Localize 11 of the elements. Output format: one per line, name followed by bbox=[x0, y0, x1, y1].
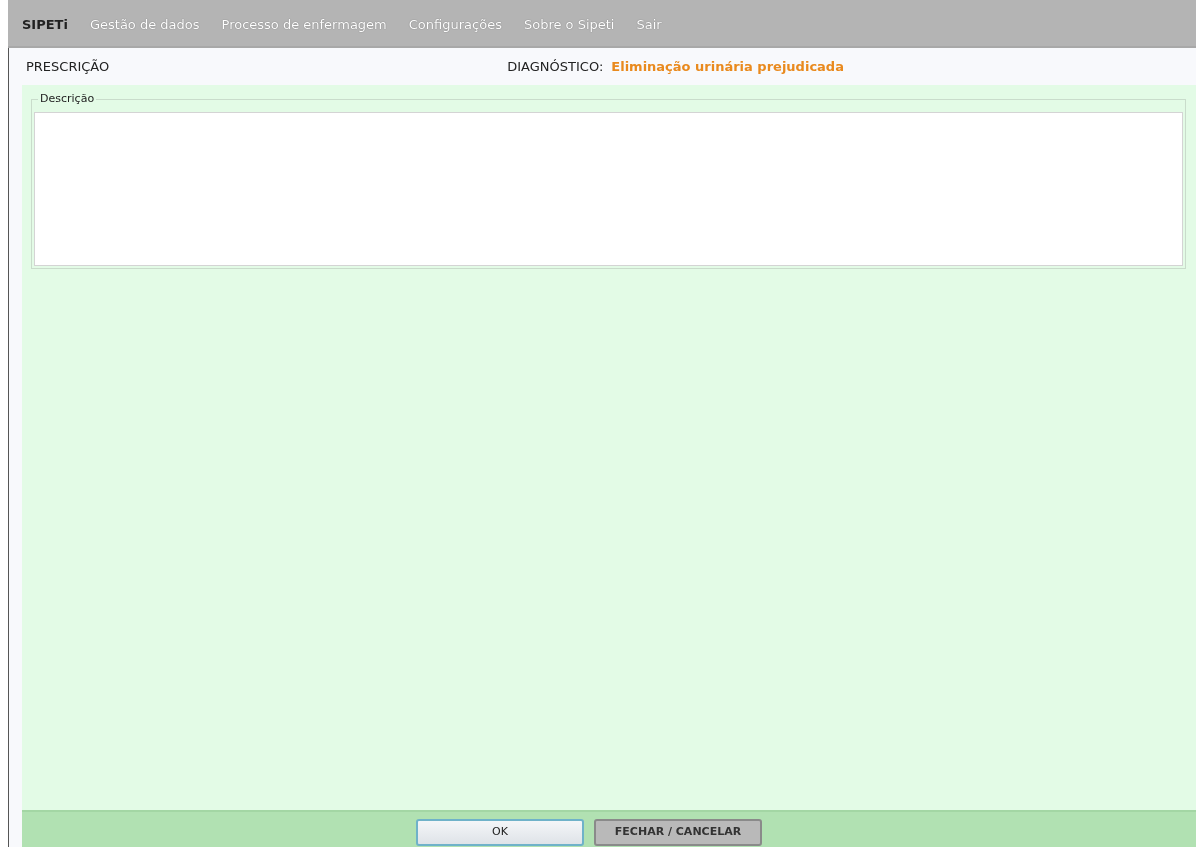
menu-item[interactable]: Processo de enfermagem bbox=[221, 15, 387, 35]
dialog-button[interactable]: OK bbox=[416, 819, 584, 846]
diagnosis-value: Eliminação urinária prejudicada bbox=[611, 57, 844, 76]
menu-item[interactable]: Sobre o Sipeti bbox=[523, 15, 615, 35]
menu-item[interactable]: Configurações bbox=[408, 15, 502, 35]
app-brand: SIPETi bbox=[22, 16, 68, 35]
dialog-button[interactable]: FECHAR / CANCELAR bbox=[594, 819, 762, 846]
menu-item[interactable]: Sair bbox=[636, 15, 662, 35]
page-title: PRESCRIÇÃO bbox=[26, 57, 110, 76]
diagnosis-label: DIAGNÓSTICO: bbox=[507, 57, 604, 76]
menu-item[interactable]: Gestão de dados bbox=[89, 15, 200, 35]
